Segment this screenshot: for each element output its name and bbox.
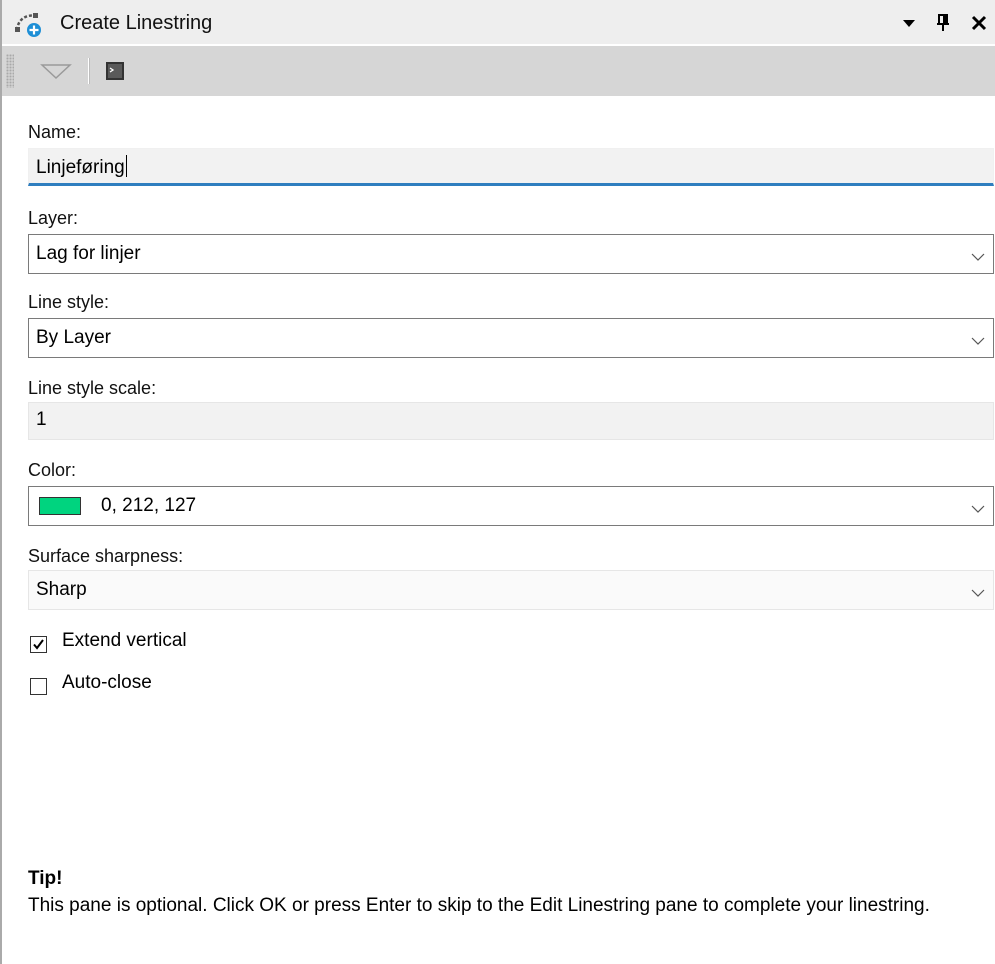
triangle-dropdown-icon[interactable] [38, 60, 74, 82]
triangle-down-icon[interactable] [895, 8, 923, 38]
extend-vertical-label: Extend vertical [62, 630, 187, 651]
color-value: 0, 212, 127 [101, 495, 197, 516]
extend-vertical-checkbox[interactable] [30, 635, 47, 653]
toolbar-separator [88, 58, 89, 84]
surface-sharpness-label: Surface sharpness: [28, 546, 184, 566]
close-icon[interactable] [965, 8, 993, 38]
line-style-scale-field[interactable]: 1 [28, 402, 994, 440]
layer-label: Layer: [28, 208, 79, 228]
auto-close-option[interactable]: Auto-close [30, 670, 152, 696]
toolbar-grip[interactable] [6, 54, 14, 88]
create-linestring-pane: Create Linestring Name: Linjeføring Laye… [0, 0, 995, 964]
console-icon[interactable] [105, 61, 125, 81]
surface-sharpness-value: Sharp [36, 579, 87, 600]
tip-title: Tip! [28, 868, 63, 889]
line-style-value: By Layer [36, 327, 111, 348]
name-field[interactable]: Linjeføring [28, 148, 994, 186]
name-value: Linjeføring [36, 157, 125, 178]
text-caret [125, 155, 127, 177]
line-style-scale-label: Line style scale: [28, 378, 157, 398]
layer-value: Lag for linjer [36, 243, 141, 264]
tip-text: This pane is optional. Click OK or press… [28, 895, 930, 916]
line-style-dropdown[interactable]: By Layer [28, 318, 994, 358]
pin-icon[interactable] [929, 8, 957, 38]
name-label: Name: [28, 122, 82, 142]
layer-dropdown[interactable]: Lag for linjer [28, 234, 994, 274]
pane-title: Create Linestring [60, 12, 213, 34]
color-swatch [39, 497, 81, 515]
auto-close-label: Auto-close [62, 672, 152, 693]
line-style-scale-value: 1 [36, 409, 47, 430]
color-dropdown[interactable]: 0, 212, 127 [28, 486, 994, 526]
line-style-label: Line style: [28, 292, 110, 312]
pane-toolbar [2, 46, 995, 96]
auto-close-checkbox[interactable] [30, 677, 47, 695]
pane-title-bar: Create Linestring [2, 0, 995, 46]
chevron-down-icon [971, 331, 985, 345]
create-linestring-icon [14, 10, 46, 38]
chevron-down-icon [971, 247, 985, 261]
color-label: Color: [28, 460, 77, 480]
surface-sharpness-dropdown[interactable]: Sharp [28, 570, 994, 610]
extend-vertical-option[interactable]: Extend vertical [30, 628, 187, 654]
chevron-down-icon [971, 499, 985, 513]
chevron-down-icon [971, 583, 985, 597]
